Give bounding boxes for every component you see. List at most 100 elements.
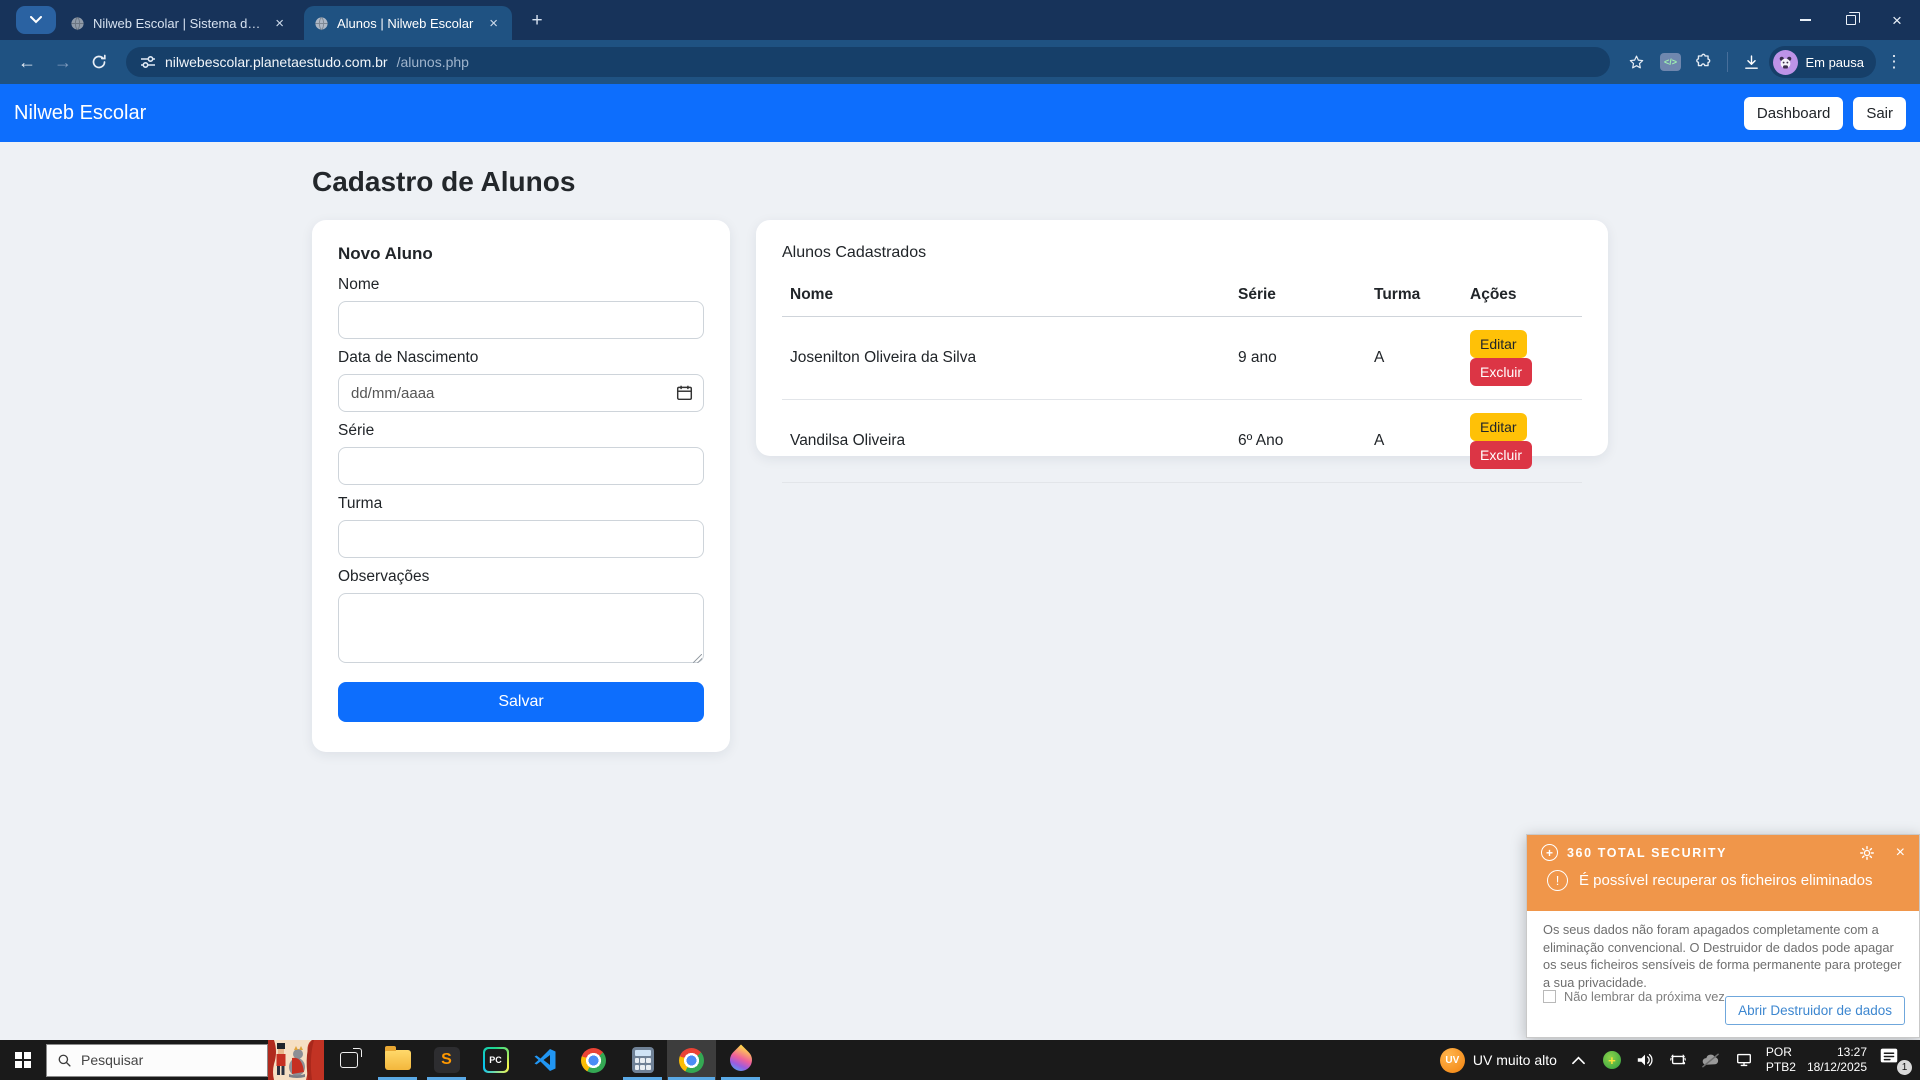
popup-check-row: Não lembrar da próxima vez bbox=[1543, 989, 1725, 1004]
puzzle-icon bbox=[1695, 53, 1713, 71]
language-indicator[interactable]: POR PTB2 bbox=[1766, 1045, 1796, 1075]
date: 18/12/2025 bbox=[1807, 1060, 1867, 1075]
popup-brand-row: + 360 TOTAL SECURITY × bbox=[1541, 844, 1905, 861]
serie-input[interactable] bbox=[338, 447, 704, 485]
site-brand[interactable]: Nilweb Escolar bbox=[14, 102, 146, 125]
onedrive-status-button[interactable] bbox=[1700, 1049, 1722, 1071]
speaker-icon bbox=[1636, 1052, 1654, 1068]
chrome-active-button[interactable] bbox=[667, 1040, 716, 1080]
window-restore-button[interactable] bbox=[1828, 0, 1874, 40]
bookmark-star-button[interactable] bbox=[1620, 46, 1652, 78]
windows-logo-icon bbox=[15, 1052, 31, 1068]
sublime-icon: S bbox=[434, 1047, 460, 1073]
uv-index-widget[interactable]: UV UV muito alto bbox=[1440, 1048, 1557, 1073]
delete-button[interactable]: Excluir bbox=[1470, 441, 1532, 469]
browser-toolbar: ← → nilwebescolar.planetaestudo.com.br/a… bbox=[0, 40, 1920, 84]
popup-title: É possível recuperar os ficheiros elimin… bbox=[1579, 872, 1872, 889]
textarea-resize-grip[interactable] bbox=[693, 654, 702, 663]
profile-status-label: Em pausa bbox=[1805, 55, 1864, 70]
col-turma: Turma bbox=[1366, 278, 1462, 317]
taskbar-search-placeholder: Pesquisar bbox=[81, 1052, 143, 1068]
dashboard-button[interactable]: Dashboard bbox=[1744, 97, 1843, 130]
360-security-tray-button[interactable] bbox=[1601, 1049, 1623, 1071]
page-title: Cadastro de Alunos bbox=[312, 166, 575, 198]
screen-cast-button[interactable] bbox=[1667, 1049, 1689, 1071]
nascimento-input[interactable] bbox=[338, 374, 704, 412]
calendar-icon[interactable] bbox=[676, 384, 693, 401]
observacoes-textarea[interactable] bbox=[338, 593, 704, 663]
globe-favicon-icon bbox=[70, 16, 85, 31]
network-button[interactable] bbox=[1733, 1049, 1755, 1071]
delete-button[interactable]: Excluir bbox=[1470, 358, 1532, 386]
open-data-shredder-button[interactable]: Abrir Destruidor de dados bbox=[1725, 996, 1905, 1025]
tab-nilweb-dashboard[interactable]: Nilweb Escolar | Sistema de Ges × bbox=[60, 6, 298, 40]
col-nome: Nome bbox=[782, 278, 1230, 317]
students-card: Alunos Cadastrados Nome Série Turma Açõe… bbox=[756, 220, 1608, 456]
chrome-pinned-button[interactable] bbox=[569, 1040, 618, 1080]
new-tab-button[interactable]: + bbox=[524, 8, 550, 34]
notification-center-button[interactable]: 1 bbox=[1878, 1045, 1912, 1075]
warning-icon: ! bbox=[1547, 870, 1568, 891]
pycharm-button[interactable]: PC bbox=[471, 1040, 520, 1080]
sublime-text-button[interactable]: S bbox=[422, 1040, 471, 1080]
students-table: Nome Série Turma Ações Josenilton Olivei… bbox=[782, 278, 1582, 483]
window-close-button[interactable]: × bbox=[1874, 0, 1920, 40]
tab-search-button[interactable] bbox=[16, 6, 56, 34]
edit-button[interactable]: Editar bbox=[1470, 330, 1527, 358]
code-extension-button[interactable]: </> bbox=[1654, 46, 1686, 78]
start-button[interactable] bbox=[0, 1040, 46, 1080]
vscode-button[interactable] bbox=[520, 1040, 569, 1080]
window-controls: × bbox=[1782, 0, 1920, 40]
downloads-button[interactable] bbox=[1735, 46, 1767, 78]
new-student-card: Novo Aluno Nome Data de Nascimento Série… bbox=[312, 220, 730, 752]
address-bar[interactable]: nilwebescolar.planetaestudo.com.br/aluno… bbox=[126, 47, 1610, 77]
student-turma: A bbox=[1366, 317, 1462, 400]
uv-status-text: UV muito alto bbox=[1473, 1052, 1557, 1068]
gradient-drop-icon bbox=[725, 1044, 756, 1075]
clock[interactable]: 13:27 18/12/2025 bbox=[1807, 1045, 1867, 1075]
chrome-icon bbox=[581, 1048, 606, 1073]
nascimento-label: Data de Nascimento bbox=[338, 349, 704, 367]
pycharm-icon: PC bbox=[483, 1047, 509, 1073]
col-serie: Série bbox=[1230, 278, 1366, 317]
search-icon bbox=[57, 1053, 72, 1068]
code-extension-icon: </> bbox=[1660, 53, 1681, 71]
turma-input[interactable] bbox=[338, 520, 704, 558]
browser-menu-button[interactable]: ⋮ bbox=[1878, 46, 1910, 78]
window-minimize-button[interactable] bbox=[1782, 0, 1828, 40]
tab-close-icon[interactable]: × bbox=[271, 14, 288, 33]
site-navbar: Nilweb Escolar Dashboard Sair bbox=[0, 84, 1920, 142]
keyboard-layout: PTB2 bbox=[1766, 1060, 1796, 1075]
tab-alunos-active[interactable]: Alunos | Nilweb Escolar × bbox=[304, 6, 512, 40]
reload-button[interactable] bbox=[82, 45, 116, 79]
nome-input[interactable] bbox=[338, 301, 704, 339]
volume-button[interactable] bbox=[1634, 1049, 1656, 1071]
taskbar-search[interactable]: Pesquisar bbox=[46, 1044, 268, 1077]
search-highlight-widget[interactable] bbox=[268, 1040, 324, 1080]
360-logo-icon: + bbox=[1541, 844, 1558, 861]
taskview-button[interactable] bbox=[324, 1040, 373, 1080]
screen: Nilweb Escolar | Sistema de Ges × Alunos… bbox=[0, 0, 1920, 1080]
ethernet-icon bbox=[1735, 1052, 1753, 1068]
save-button[interactable]: Salvar bbox=[338, 682, 704, 722]
tray-overflow-button[interactable] bbox=[1568, 1049, 1590, 1071]
file-explorer-button[interactable] bbox=[373, 1040, 422, 1080]
cloud-offline-icon bbox=[1701, 1053, 1720, 1068]
dont-remind-checkbox[interactable] bbox=[1543, 990, 1556, 1003]
forward-button[interactable]: → bbox=[46, 45, 80, 79]
logout-button[interactable]: Sair bbox=[1853, 97, 1906, 130]
popup-settings-button[interactable] bbox=[1859, 845, 1875, 861]
calculator-button[interactable] bbox=[618, 1040, 667, 1080]
taskbar: Pesquisar S PC bbox=[0, 1040, 1920, 1080]
paint-app-button[interactable] bbox=[716, 1040, 765, 1080]
back-button[interactable]: ← bbox=[10, 45, 44, 79]
toolbar-divider bbox=[1727, 52, 1728, 72]
reload-icon bbox=[91, 54, 107, 70]
popup-close-button[interactable]: × bbox=[1896, 845, 1905, 861]
extensions-button[interactable] bbox=[1688, 46, 1720, 78]
observacoes-label: Observações bbox=[338, 568, 704, 586]
edit-button[interactable]: Editar bbox=[1470, 413, 1527, 441]
tab-close-icon[interactable]: × bbox=[485, 14, 502, 33]
minimize-icon bbox=[1800, 19, 1811, 21]
profile-chip[interactable]: Em pausa bbox=[1769, 46, 1876, 78]
